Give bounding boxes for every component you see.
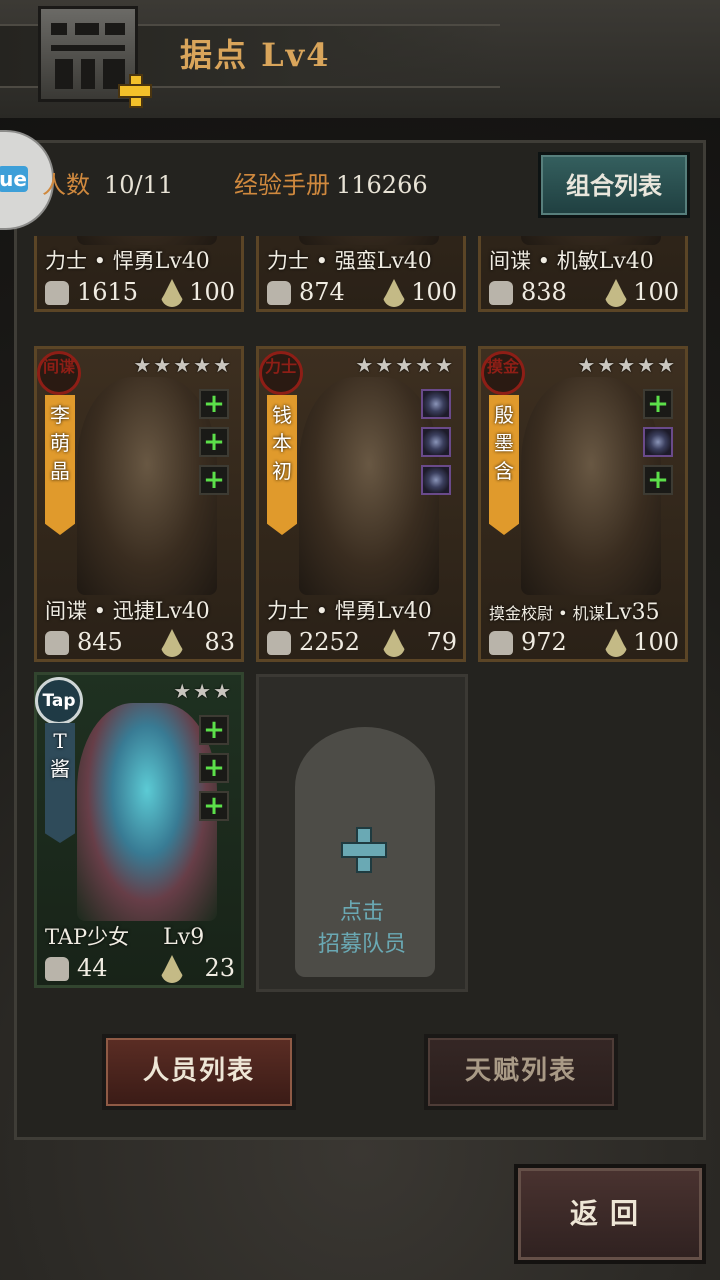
morale-drop-icon — [383, 629, 405, 657]
recruit-label: 点击 招募队员 — [317, 900, 406, 957]
member-stats-row: 2252 79 — [259, 627, 463, 661]
page-title: 据点 Lv4 — [180, 36, 331, 74]
member-portrait — [299, 377, 439, 595]
equip-slot-add[interactable] — [643, 465, 673, 495]
recruit-plus-icon — [341, 827, 387, 873]
morale-value: 100 — [411, 278, 457, 306]
morale-value: 83 — [204, 628, 235, 656]
member-card-li-mengjing[interactable]: ★★★★★ 间谍 李萌晶 间谍 • 迅捷Lv40 845 83 — [34, 346, 244, 662]
member-name: 李萌晶 — [50, 403, 70, 483]
member-stats-row: 845 83 — [37, 627, 241, 661]
side-tab-icon: ue — [0, 166, 28, 192]
equip-slot-item[interactable] — [421, 427, 451, 457]
equip-slot-add[interactable] — [199, 427, 229, 457]
fist-icon — [45, 281, 69, 305]
fist-icon — [489, 631, 513, 655]
power-value: 874 — [299, 278, 345, 306]
fist-icon — [45, 957, 69, 981]
exp-stat: 经验手册 116266 — [234, 165, 428, 200]
power-value: 972 — [521, 628, 567, 656]
power-value: 838 — [521, 278, 567, 306]
headcount-label: 人数 — [42, 171, 90, 199]
member-portrait — [299, 236, 439, 245]
equip-slot-add[interactable] — [199, 753, 229, 783]
fist-icon — [489, 281, 513, 305]
combo-list-button[interactable]: 组合列表 — [538, 152, 690, 218]
member-portrait — [521, 377, 661, 595]
fist-icon — [267, 281, 291, 305]
equip-slot-item[interactable] — [643, 427, 673, 457]
power-value: 1615 — [77, 278, 139, 306]
star-rating: ★★★★★ — [355, 353, 455, 377]
member-card[interactable]: 力士 • 悍勇Lv40 1615 100 — [34, 236, 244, 312]
equip-slot-add[interactable] — [643, 389, 673, 419]
member-class-label: 力士 • 强蛮Lv40 — [267, 249, 432, 274]
member-card-yin-mohan[interactable]: ★★★★★ 摸金 殷墨含 摸金校尉 • 机谋Lv35 972 100 — [478, 346, 688, 662]
screen: 据点 Lv4 ue 人数 10/11 经验手册 116266 组合列表 力士 • 悍… — [0, 0, 720, 1280]
morale-drop-icon — [161, 955, 183, 983]
morale-drop-icon — [161, 279, 183, 307]
equip-slot-add[interactable] — [199, 389, 229, 419]
morale-value: 23 — [204, 954, 235, 982]
member-card-t-jiang[interactable]: ★★★ Tap T酱 TAP少女Lv9 44 23 — [34, 672, 244, 988]
class-badge: 间谍 — [37, 351, 81, 395]
upgrade-plus-icon[interactable] — [118, 74, 152, 108]
morale-drop-icon — [605, 629, 627, 657]
exp-value: 116266 — [336, 171, 428, 199]
fist-icon — [267, 631, 291, 655]
power-value: 845 — [77, 628, 123, 656]
member-stats-row: 44 23 — [37, 953, 241, 987]
member-portrait — [77, 703, 217, 921]
talent-list-tab[interactable]: 天赋列表 — [424, 1034, 618, 1110]
power-value: 44 — [77, 954, 108, 982]
member-name: T酱 — [50, 729, 70, 781]
morale-value: 79 — [426, 628, 457, 656]
member-stats-row: 1615 100 — [37, 277, 241, 311]
power-value: 2252 — [299, 628, 361, 656]
member-stats-row: 972 100 — [481, 627, 685, 661]
equip-slot-add[interactable] — [199, 715, 229, 745]
back-button[interactable]: 返回 — [514, 1164, 706, 1264]
headcount-value: 10/11 — [104, 171, 174, 199]
member-class-label: TAP少女 Lv9 — [45, 925, 205, 950]
member-class-label: 力士 • 悍勇Lv40 — [45, 249, 210, 274]
morale-drop-icon — [161, 629, 183, 657]
member-class-label: 力士 • 悍勇Lv40 — [267, 599, 432, 624]
headcount-stat: 人数 10/11 — [42, 165, 173, 200]
fist-icon — [45, 631, 69, 655]
star-rating: ★★★★★ — [577, 353, 677, 377]
member-class-label: 摸金校尉 • 机谋Lv35 — [489, 600, 660, 625]
member-name: 钱本初 — [272, 403, 292, 483]
morale-value: 100 — [633, 278, 679, 306]
member-class-label: 间谍 • 迅捷Lv40 — [45, 599, 210, 624]
member-stats-row: 874 100 — [259, 277, 463, 311]
star-rating: ★★★★★ — [133, 353, 233, 377]
equip-slot-item[interactable] — [421, 389, 451, 419]
member-list-tab[interactable]: 人员列表 — [102, 1034, 296, 1110]
header-bar: 据点 Lv4 — [0, 0, 720, 118]
star-rating: ★★★ — [173, 679, 233, 703]
member-stats-row: 838 100 — [481, 277, 685, 311]
member-portrait — [77, 236, 217, 245]
member-portrait — [521, 236, 661, 245]
morale-drop-icon — [605, 279, 627, 307]
member-grid: 力士 • 悍勇Lv40 1615 100 力士 • 强蛮Lv40 874 100… — [34, 236, 690, 996]
morale-drop-icon — [383, 279, 405, 307]
class-badge: 摸金 — [481, 351, 525, 395]
member-class-label: 间谍 • 机敏Lv40 — [489, 249, 654, 274]
member-portrait — [77, 377, 217, 595]
class-badge: 力士 — [259, 351, 303, 395]
exp-label: 经验手册 — [234, 171, 330, 199]
member-card[interactable]: 力士 • 强蛮Lv40 874 100 — [256, 236, 466, 312]
member-card-qian-benchu[interactable]: ★★★★★ 力士 钱本初 力士 • 悍勇Lv40 2252 79 — [256, 346, 466, 662]
equip-slot-item[interactable] — [421, 465, 451, 495]
equip-slot-add[interactable] — [199, 465, 229, 495]
tap-badge: Tap — [35, 677, 83, 725]
morale-value: 100 — [633, 628, 679, 656]
morale-value: 100 — [189, 278, 235, 306]
member-card[interactable]: 间谍 • 机敏Lv40 838 100 — [478, 236, 688, 312]
member-name: 殷墨含 — [494, 403, 514, 483]
recruit-member-slot[interactable]: 点击 招募队员 — [256, 674, 468, 992]
equip-slot-add[interactable] — [199, 791, 229, 821]
